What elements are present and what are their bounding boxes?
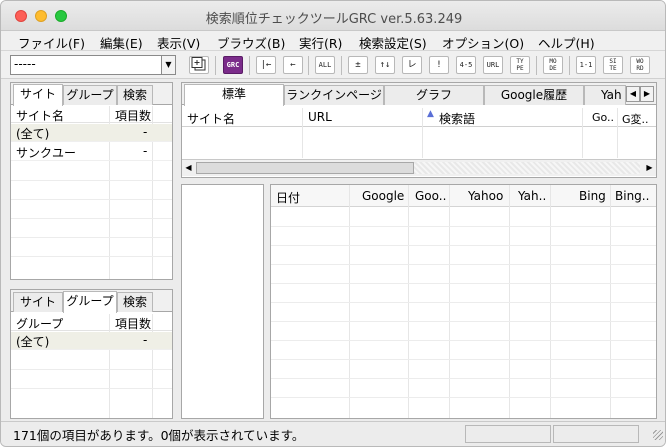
site-name-cell: サンクユー	[16, 146, 77, 160]
back-icon[interactable]: ←	[283, 56, 303, 74]
site-select[interactable]: ----- ▼	[10, 55, 176, 75]
menu-file[interactable]: ファイル(F)	[18, 33, 85, 52]
detail-pane	[181, 184, 264, 419]
rank-pane-tabs: 標準 ランクインページ グラフ Google履歴 Yah ◀ ▶	[182, 83, 656, 106]
menu-run[interactable]: 実行(R)	[299, 33, 342, 52]
site-select-value: -----	[14, 57, 36, 71]
group-name-cell: (全て)	[16, 335, 50, 349]
column-date[interactable]: 日付	[276, 189, 300, 206]
menu-options[interactable]: オプション(O)	[442, 33, 524, 52]
check-button[interactable]: レ	[402, 56, 422, 74]
tab-scroll-left-icon[interactable]: ◀	[626, 86, 640, 102]
site-button[interactable]: SI TE	[603, 56, 623, 74]
sort-ascending-icon: ▲	[427, 109, 434, 119]
menu-view[interactable]: 表示(V)	[157, 33, 200, 52]
item-count-cell: -	[143, 125, 148, 139]
column-bing[interactable]: Bing	[579, 189, 606, 203]
tab-graph[interactable]: グラフ	[384, 85, 484, 105]
table-row[interactable]: (全て) -	[11, 124, 172, 142]
column-google-change[interactable]: Goo..	[415, 189, 446, 203]
menu-browse[interactable]: ブラウズ(B)	[217, 33, 285, 52]
item-count-cell: -	[143, 333, 148, 347]
scroll-left-icon[interactable]: ◀	[182, 161, 195, 175]
tab-google-history[interactable]: Google履歴	[484, 85, 584, 105]
column-item-count[interactable]: 項目数	[115, 315, 151, 332]
toolbar: ----- ▼ GRC |← ← ALL ± ↑↓ レ ! 4-5 URL TY…	[1, 51, 665, 79]
table-row[interactable]: (全て) -	[11, 332, 172, 350]
alert-button[interactable]: !	[429, 56, 449, 74]
rank-grid-header: サイト名 URL ▲ 検索語 Go.. G変..	[182, 108, 656, 127]
column-url[interactable]: URL	[308, 110, 332, 124]
one-to-one-button[interactable]: 1-1	[576, 56, 596, 74]
tab-standard[interactable]: 標準	[184, 84, 284, 106]
resize-grip-icon[interactable]	[653, 430, 663, 440]
site-pane-tabs: サイト グループ 検索	[11, 83, 172, 106]
column-bing-change[interactable]: Bing..	[615, 189, 649, 203]
rank-pane: 標準 ランクインページ グラフ Google履歴 Yah ◀ ▶ サイト名 UR…	[181, 82, 657, 178]
group-grid-header: グループ 項目数	[11, 314, 172, 331]
column-item-count[interactable]: 項目数	[115, 107, 151, 124]
group-pane: サイト グループ 検索 グループ 項目数 (全て) -	[10, 289, 173, 419]
column-group[interactable]: グループ	[16, 315, 63, 332]
window-title: 検索順位チェックツールGRC ver.5.63.249	[205, 12, 463, 27]
horizontal-scrollbar[interactable]: ◀ ▶	[182, 159, 656, 176]
site-grid-header: サイト名 項目数	[11, 106, 172, 123]
column-google-rank[interactable]: Go..	[592, 111, 614, 124]
site-pane: サイト グループ 検索 サイト名 項目数 (全て) - サンクユー -	[10, 82, 173, 280]
column-yahoo[interactable]: Yahoo	[468, 189, 503, 203]
history-pane: 日付 Google Goo.. Yahoo Yah.. Bing Bing..	[270, 184, 657, 419]
all-button[interactable]: ALL	[315, 56, 335, 74]
first-icon[interactable]: |←	[256, 56, 276, 74]
column-google-change[interactable]: G変..	[622, 111, 649, 127]
tab-scroll-right-icon[interactable]: ▶	[640, 86, 654, 102]
type-button[interactable]: TY PE	[510, 56, 530, 74]
table-row[interactable]: サンクユー -	[11, 143, 172, 161]
item-count-cell: -	[143, 144, 148, 158]
grc-logo-icon[interactable]: GRC	[223, 56, 243, 74]
column-site-name[interactable]: サイト名	[187, 110, 235, 127]
status-message: 171個の項目があります。0個が表示されています。	[13, 428, 305, 443]
mode-button[interactable]: MO DE	[543, 56, 563, 74]
range-button[interactable]: 4-5	[456, 56, 476, 74]
history-grid-header: 日付 Google Goo.. Yahoo Yah.. Bing Bing..	[271, 185, 656, 207]
tab-search[interactable]: 検索	[117, 85, 153, 105]
plus-minus-button[interactable]: ±	[348, 56, 368, 74]
status-panel	[465, 425, 551, 443]
column-yahoo-change[interactable]: Yah..	[518, 189, 546, 203]
tab-site[interactable]: サイト	[13, 84, 63, 106]
title-bar: 検索順位チェックツールGRC ver.5.63.249	[1, 1, 665, 31]
tab-group[interactable]: グループ	[63, 291, 117, 313]
tab-rankin-page[interactable]: ランクインページ	[284, 85, 384, 105]
scroll-right-icon[interactable]: ▶	[643, 161, 656, 175]
sort-button[interactable]: ↑↓	[375, 56, 395, 74]
tab-search[interactable]: 検索	[117, 292, 153, 312]
tab-site[interactable]: サイト	[13, 292, 63, 312]
tab-group[interactable]: グループ	[63, 85, 117, 105]
url-button[interactable]: URL	[483, 56, 503, 74]
menu-bar: ファイル(F) 編集(E) 表示(V) ブラウズ(B) 実行(R) 検索設定(S…	[1, 31, 665, 52]
add-window-icon	[191, 57, 206, 71]
add-item-button[interactable]	[189, 56, 209, 74]
status-panel	[553, 425, 639, 443]
column-search-term[interactable]: 検索語	[439, 110, 475, 127]
menu-search-settings[interactable]: 検索設定(S)	[359, 33, 427, 52]
column-site-name[interactable]: サイト名	[16, 107, 64, 124]
column-google[interactable]: Google	[362, 189, 404, 203]
word-button[interactable]: WO RD	[630, 56, 650, 74]
scrollbar-thumb[interactable]	[196, 162, 414, 174]
tab-yahoo-history[interactable]: Yah	[584, 85, 626, 105]
status-bar: 171個の項目があります。0個が表示されています。	[1, 421, 665, 446]
app-window: 検索順位チェックツールGRC ver.5.63.249 ファイル(F) 編集(E…	[0, 0, 666, 447]
group-pane-tabs: サイト グループ 検索	[11, 290, 172, 313]
chevron-down-icon[interactable]: ▼	[161, 56, 175, 74]
menu-help[interactable]: ヘルプ(H)	[538, 33, 595, 52]
menu-edit[interactable]: 編集(E)	[100, 33, 143, 52]
site-name-cell: (全て)	[16, 127, 50, 141]
